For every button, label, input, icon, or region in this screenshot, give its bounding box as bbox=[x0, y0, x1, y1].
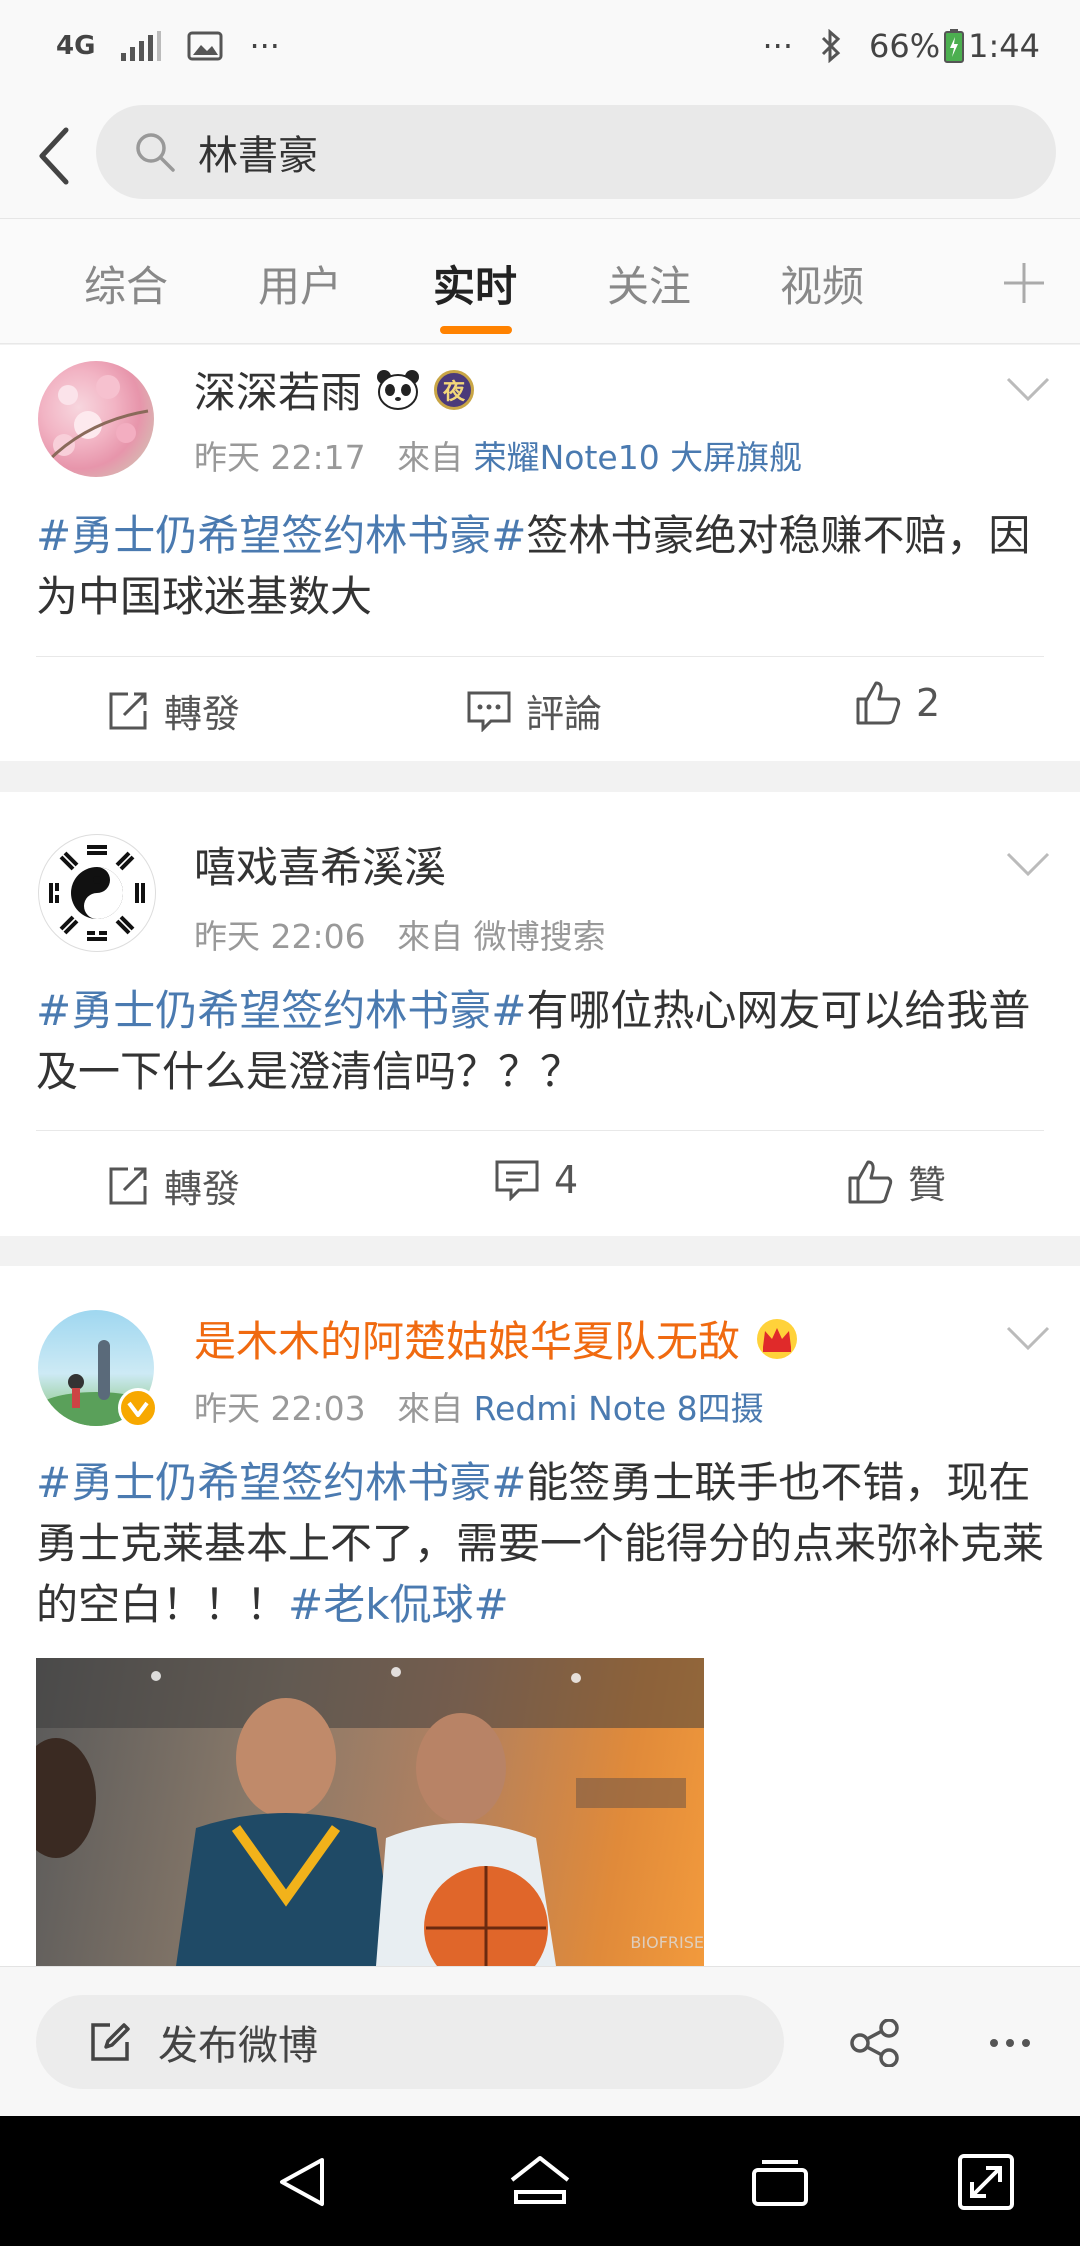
avatar[interactable] bbox=[38, 361, 154, 477]
back-arrow-icon bbox=[39, 127, 69, 185]
username-row: 嘻戏喜希溪溪 bbox=[194, 834, 446, 895]
post-from: 來自 bbox=[397, 1389, 464, 1428]
nav-home-icon[interactable] bbox=[508, 2150, 572, 2214]
thumbs-up-icon bbox=[856, 681, 901, 725]
battery-percent: 66% bbox=[869, 27, 941, 65]
post-content: #勇士仍希望签约林书豪#能签勇士联手也不错，现在勇士克莱基本上不了，需要一个能得… bbox=[36, 1452, 1046, 1635]
comment-button[interactable]: 4 bbox=[494, 1158, 578, 1202]
status-bar: 4G ··· ··· 66% 1:44 bbox=[0, 0, 1080, 92]
divider bbox=[36, 1130, 1044, 1131]
repost-label: 轉發 bbox=[164, 1167, 241, 1211]
hashtag-link[interactable]: #勇士仍希望签约林书豪# bbox=[36, 511, 526, 560]
status-ellipsis: ··· bbox=[249, 27, 280, 65]
image-notification-icon bbox=[187, 31, 223, 61]
repost-button[interactable]: 轉發 bbox=[106, 683, 240, 738]
bottom-toolbar: 发布微博 bbox=[0, 1966, 1080, 2117]
tab-video[interactable]: 视频 bbox=[780, 253, 864, 314]
notification-ellipsis: ··· bbox=[762, 27, 794, 65]
post-from: 來自 bbox=[397, 438, 464, 477]
post-card: 嘻戏喜希溪溪 昨天 22:06 來自 微博搜索 #勇士仍希望签约林书豪#有哪位热… bbox=[0, 792, 1080, 1236]
username[interactable]: 深深若雨 bbox=[194, 359, 362, 420]
avatar[interactable] bbox=[38, 834, 156, 952]
tab-following[interactable]: 关注 bbox=[607, 253, 691, 314]
nav-back-icon[interactable] bbox=[270, 2150, 334, 2214]
post-image[interactable]: BIOFRISE bbox=[36, 1658, 704, 1966]
username-row: 深深若雨 夜 bbox=[194, 359, 475, 420]
comment-icon bbox=[495, 1160, 539, 1201]
post-meta: 昨天 22:17 來自 荣耀Note10 大屏旗舰 bbox=[194, 431, 802, 479]
repost-icon bbox=[109, 1167, 147, 1204]
system-nav-bar bbox=[0, 2116, 1080, 2246]
battery-icon bbox=[944, 29, 965, 63]
search-icon bbox=[136, 133, 175, 172]
add-tab-icon[interactable] bbox=[1002, 261, 1046, 305]
comment-count: 4 bbox=[554, 1158, 579, 1202]
comment-label: 評論 bbox=[526, 692, 603, 736]
more-icon[interactable] bbox=[988, 2037, 1032, 2049]
yin-yang-image bbox=[49, 845, 145, 941]
post-time: 昨天 22:03 bbox=[194, 1389, 366, 1428]
like-button[interactable]: 贊 bbox=[846, 1154, 946, 1209]
active-tab-indicator bbox=[440, 326, 512, 334]
post-card: 是木木的阿楚姑娘华夏队无敌 昨天 22:03 來自 Redmi Note 8四摄… bbox=[0, 1266, 1080, 1966]
hashtag-link[interactable]: #勇士仍希望签约林书豪# bbox=[36, 986, 526, 1035]
post-source[interactable]: Redmi Note 8四摄 bbox=[474, 1389, 764, 1428]
thumbs-up-icon bbox=[848, 1160, 893, 1203]
crown-icon bbox=[757, 1318, 798, 1359]
basketball-players-image bbox=[36, 1658, 704, 1966]
tab-comprehensive[interactable]: 综合 bbox=[84, 253, 168, 314]
repost-icon bbox=[109, 692, 147, 729]
panda-icon bbox=[377, 369, 420, 410]
like-label: 贊 bbox=[908, 1163, 947, 1207]
post-from: 來自 bbox=[397, 917, 464, 956]
search-query: 林書豪 bbox=[198, 133, 318, 179]
tab-users[interactable]: 用户 bbox=[258, 253, 342, 314]
comment-button[interactable]: 評論 bbox=[466, 683, 602, 738]
night-badge: 夜 bbox=[434, 369, 475, 410]
post-time: 昨天 22:17 bbox=[194, 438, 366, 477]
username[interactable]: 是木木的阿楚姑娘华夏队无敌 bbox=[194, 1308, 740, 1369]
search-input[interactable]: 林書豪 bbox=[96, 105, 1056, 199]
nav-expand-icon[interactable] bbox=[954, 2150, 1018, 2214]
post-meta: 昨天 22:06 來自 微博搜索 bbox=[194, 910, 606, 958]
post-time: 昨天 22:06 bbox=[194, 917, 366, 956]
like-button[interactable]: 2 bbox=[854, 679, 940, 727]
blossom-image bbox=[46, 375, 149, 463]
hashtag-link[interactable]: #勇士仍希望签约林书豪# bbox=[36, 1458, 526, 1507]
share-icon[interactable] bbox=[850, 2019, 900, 2067]
post-content: #勇士仍希望签约林书豪#有哪位热心网友可以给我普及一下什么是澄清信吗？？？ bbox=[36, 980, 1046, 1102]
repost-label: 轉發 bbox=[164, 692, 241, 736]
verified-badge bbox=[118, 1388, 158, 1428]
post-card: 深深若雨 夜 昨天 22:17 來自 荣耀Note10 大屏旗舰 #勇士仍希望签… bbox=[0, 345, 1080, 761]
chevron-down-icon[interactable] bbox=[1004, 373, 1052, 405]
chevron-down-icon[interactable] bbox=[1004, 1322, 1052, 1354]
hashtag-link-2[interactable]: #老k侃球# bbox=[288, 1580, 509, 1629]
comment-icon bbox=[467, 691, 511, 732]
image-watermark: BIOFRISE bbox=[630, 1933, 704, 1952]
tab-bar: 综合 用户 实时 关注 视频 bbox=[0, 219, 1080, 344]
repost-button[interactable]: 轉發 bbox=[106, 1158, 240, 1213]
chevron-down-icon[interactable] bbox=[1004, 848, 1052, 880]
post-source[interactable]: 微博搜索 bbox=[474, 917, 606, 956]
username[interactable]: 嘻戏喜希溪溪 bbox=[194, 834, 446, 895]
nav-recents-icon[interactable] bbox=[748, 2150, 812, 2214]
tab-realtime[interactable]: 实时 bbox=[433, 253, 517, 314]
avatar[interactable] bbox=[36, 1310, 158, 1428]
signal-icon bbox=[121, 31, 162, 61]
post-content: #勇士仍希望签约林书豪#签林书豪绝对稳赚不赔，因为中国球迷基数大 bbox=[36, 505, 1046, 627]
compose-label: 发布微博 bbox=[158, 2023, 318, 2069]
compose-button[interactable]: 发布微博 bbox=[36, 1995, 784, 2089]
username-row: 是木木的阿楚姑娘华夏队无敌 bbox=[194, 1308, 800, 1369]
clock: 1:44 bbox=[968, 27, 1040, 65]
post-source[interactable]: 荣耀Note10 大屏旗舰 bbox=[474, 438, 803, 477]
network-indicator: 4G bbox=[56, 31, 96, 61]
bluetooth-icon bbox=[821, 29, 841, 63]
back-button[interactable] bbox=[24, 116, 84, 196]
search-header: 林書豪 bbox=[0, 92, 1080, 219]
divider bbox=[36, 656, 1044, 657]
like-count: 2 bbox=[916, 681, 941, 725]
edit-icon bbox=[91, 2023, 130, 2061]
post-meta: 昨天 22:03 來自 Redmi Note 8四摄 bbox=[194, 1382, 764, 1430]
